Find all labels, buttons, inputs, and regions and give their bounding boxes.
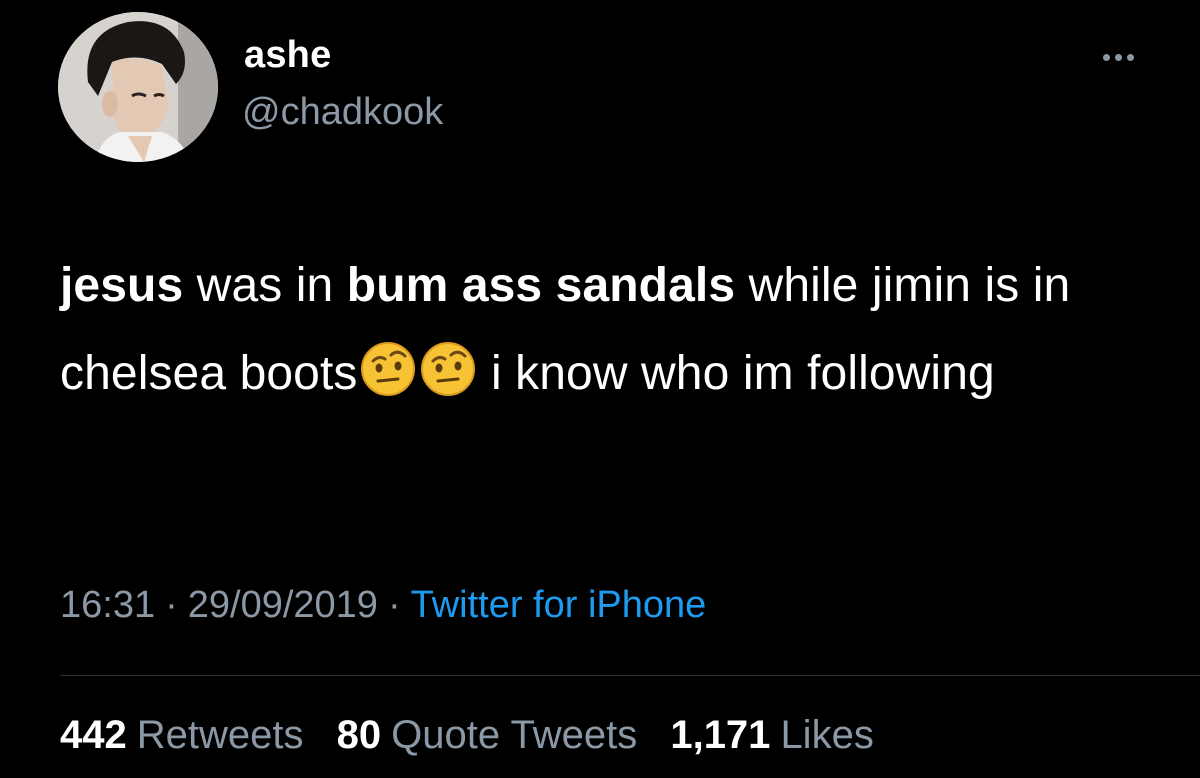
tweet-date[interactable]: 29/09/2019 [188, 584, 378, 626]
tweet-time[interactable]: 16:31 [60, 584, 155, 626]
tweet-meta: 16:31 · 29/09/2019 · Twitter for iPhone [60, 584, 706, 627]
tweet-text-segment: was in [183, 259, 347, 312]
retweets-count: 442 [60, 713, 127, 757]
meta-separator: · [165, 584, 178, 626]
quote-tweets-label: Quote Tweets [391, 713, 638, 757]
tweet-text: jesus was in bum ass sandals while jimin… [60, 242, 1160, 418]
more-horizontal-icon-dot [1114, 53, 1122, 61]
quote-tweets-stat[interactable]: 80 Quote Tweets [337, 713, 638, 757]
likes-count: 1,171 [670, 713, 771, 757]
username-handle[interactable]: @chadkook [242, 91, 443, 134]
more-horizontal-icon-dot [1126, 53, 1134, 61]
likes-label: Likes [780, 713, 874, 757]
profile-photo-icon [58, 12, 218, 162]
more-options-button[interactable] [1094, 42, 1142, 72]
retweets-stat[interactable]: 442 Retweets [60, 713, 304, 757]
tweet-source-link[interactable]: Twitter for iPhone [411, 584, 707, 626]
tweet-stats: 442 Retweets 80 Quote Tweets 1,171 Likes [60, 713, 896, 758]
likes-stat[interactable]: 1,171 Likes [670, 713, 874, 757]
divider [60, 675, 1200, 676]
more-horizontal-icon [1102, 53, 1110, 61]
tweet-text-segment: jesus [60, 259, 184, 312]
avatar[interactable] [58, 12, 218, 162]
tweet-text-segment: i know who im following [477, 347, 995, 400]
retweets-label: Retweets [136, 713, 304, 757]
face-with-raised-eyebrow-icon [360, 341, 416, 397]
display-name[interactable]: ashe [244, 34, 331, 77]
tweet-card: ashe @chadkook jesus was in bum ass sand… [0, 0, 1200, 778]
meta-separator: · [387, 584, 401, 626]
tweet-text-segment: bum ass sandals [346, 259, 736, 312]
quote-tweets-count: 80 [336, 713, 382, 757]
face-with-raised-eyebrow-icon [420, 341, 476, 397]
